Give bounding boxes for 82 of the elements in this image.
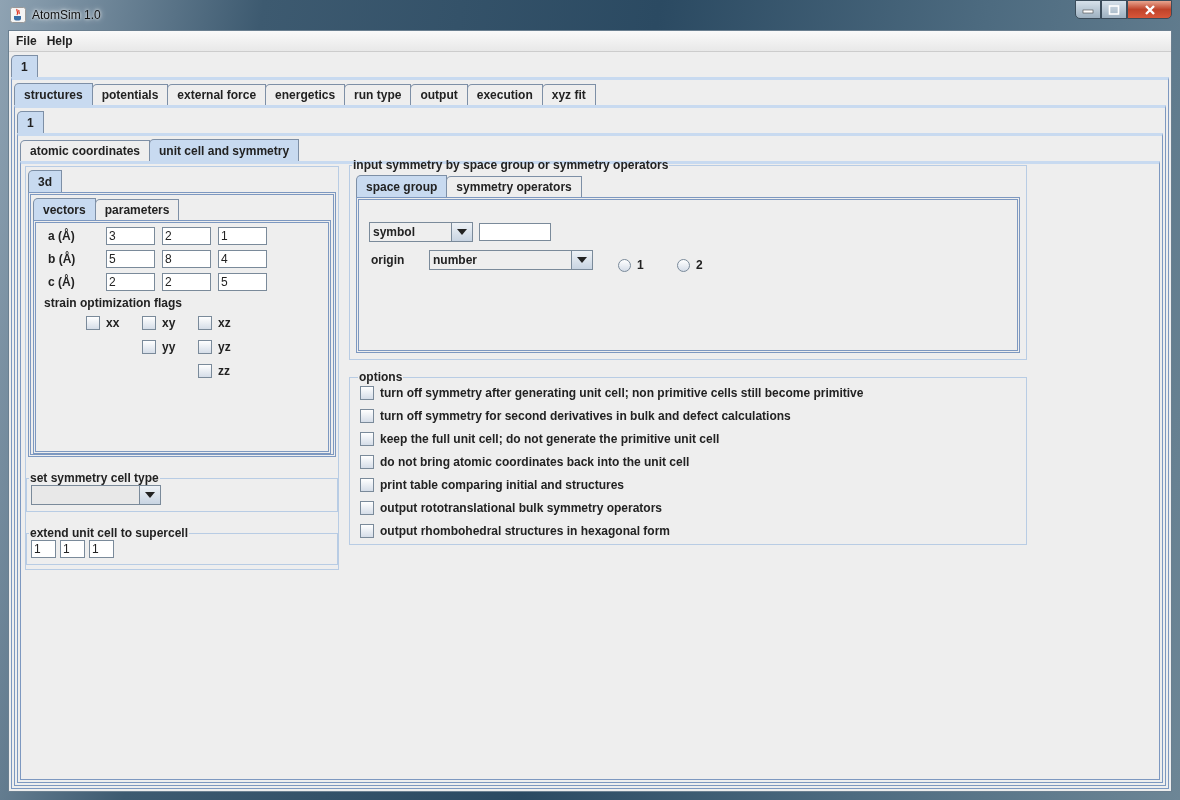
tab[interactable]: 3d	[28, 170, 62, 192]
vector-label: b (Å)	[47, 252, 77, 266]
tab[interactable]: 1	[11, 55, 38, 77]
radio-label: 2	[696, 258, 703, 272]
dropdown[interactable]	[31, 485, 161, 505]
vector-label: a (Å)	[47, 229, 76, 243]
tab[interactable]: space group	[356, 175, 448, 197]
radio-button[interactable]	[618, 258, 631, 272]
group-title: input symmetry by space group or symmetry operators	[352, 158, 670, 172]
checkbox-label: xz	[218, 316, 231, 330]
checkbox[interactable]	[198, 340, 212, 354]
tab[interactable]: parameters	[94, 199, 180, 220]
checkbox[interactable]	[360, 478, 374, 492]
input-field[interactable]: 5	[218, 273, 267, 291]
checkbox-label: yy	[162, 340, 176, 354]
tab[interactable]: vectors	[33, 198, 96, 220]
input-field[interactable]: 4	[218, 250, 267, 268]
input-field[interactable]: 1	[31, 540, 56, 558]
checkbox[interactable]	[142, 340, 156, 354]
tab[interactable]: 1	[17, 111, 44, 133]
checkbox-label: zz	[218, 364, 230, 378]
tab[interactable]: output	[410, 84, 468, 105]
tab[interactable]: potentials	[91, 84, 169, 105]
tab[interactable]: energetics	[265, 84, 346, 105]
checkbox[interactable]	[142, 316, 156, 330]
vector-label: c (Å)	[47, 275, 76, 289]
caret-icon	[457, 229, 467, 235]
tab[interactable]: atomic coordinates	[20, 140, 151, 161]
menu-item[interactable]: Help	[41, 34, 78, 48]
checkbox[interactable]	[360, 386, 374, 400]
dropdown[interactable]: number	[429, 250, 593, 270]
checkbox[interactable]	[360, 524, 374, 538]
checkbox-label: do not bring atomic coordinates back into the unit cell	[380, 455, 690, 469]
checkbox[interactable]	[360, 432, 374, 446]
maximize-button[interactable]	[1101, 0, 1127, 19]
checkbox-label: xy	[162, 316, 176, 330]
checkbox-label: yz	[218, 340, 231, 354]
close-icon	[1142, 4, 1157, 15]
checkbox-label: turn off symmetry for second derivatives in bulk and defect calculations	[380, 409, 791, 423]
window-title: AtomSim 1.0	[32, 8, 101, 22]
maximize-icon	[1107, 4, 1121, 15]
tab[interactable]: unit cell and symmetry	[149, 139, 300, 161]
checkbox-label: xx	[106, 316, 120, 330]
tab[interactable]: structures	[14, 83, 93, 105]
checkbox-label: output rhombohedral structures in hexagonal form	[380, 524, 671, 538]
radio-label: 1	[637, 258, 644, 272]
checkbox[interactable]	[360, 501, 374, 515]
input-field[interactable]: 1	[218, 227, 267, 245]
checkbox[interactable]	[86, 316, 100, 330]
checkbox-label: turn off symmetry after generating unit cell; non primitive cells still become primitive	[380, 386, 864, 400]
tab[interactable]: xyz fit	[541, 84, 596, 105]
checkbox-label: keep the full unit cell; do not generate the primitive unit cell	[380, 432, 720, 446]
checkbox[interactable]	[360, 455, 374, 469]
input-field[interactable]: 2	[162, 273, 211, 291]
input-field[interactable]: 8	[162, 250, 211, 268]
input-field[interactable]: 1	[89, 540, 114, 558]
group-title: extend unit cell to supercell	[29, 526, 190, 540]
minimize-button[interactable]	[1075, 0, 1101, 19]
input-field[interactable]: 2	[106, 273, 155, 291]
input-field[interactable]: 3	[106, 227, 155, 245]
input-field[interactable]: 2	[162, 227, 211, 245]
caret-icon	[577, 257, 587, 263]
tab[interactable]: symmetry operators	[446, 176, 582, 197]
tab[interactable]: run type	[344, 84, 412, 105]
close-button[interactable]	[1127, 0, 1172, 19]
input-field[interactable]: 5	[106, 250, 155, 268]
dropdown[interactable]: symbol	[369, 222, 473, 242]
radio-button[interactable]	[677, 258, 690, 272]
checkbox[interactable]	[360, 409, 374, 423]
input-field[interactable]: 1	[60, 540, 85, 558]
java-cup-icon	[10, 7, 26, 23]
checkbox-label: output rototranslational bulk symmetry operators	[380, 501, 663, 515]
input-field[interactable]	[479, 223, 551, 241]
origin-label: origin	[370, 253, 406, 267]
checkbox[interactable]	[198, 364, 212, 378]
group-title: set symmetry cell type	[29, 471, 160, 485]
group-title: options	[358, 370, 404, 384]
section-label: strain optimization flags	[44, 296, 183, 310]
checkbox[interactable]	[198, 316, 212, 330]
menu-item[interactable]: File	[11, 34, 42, 48]
checkbox-label: print table comparing initial and structures	[380, 478, 625, 492]
caret-icon	[145, 492, 155, 498]
